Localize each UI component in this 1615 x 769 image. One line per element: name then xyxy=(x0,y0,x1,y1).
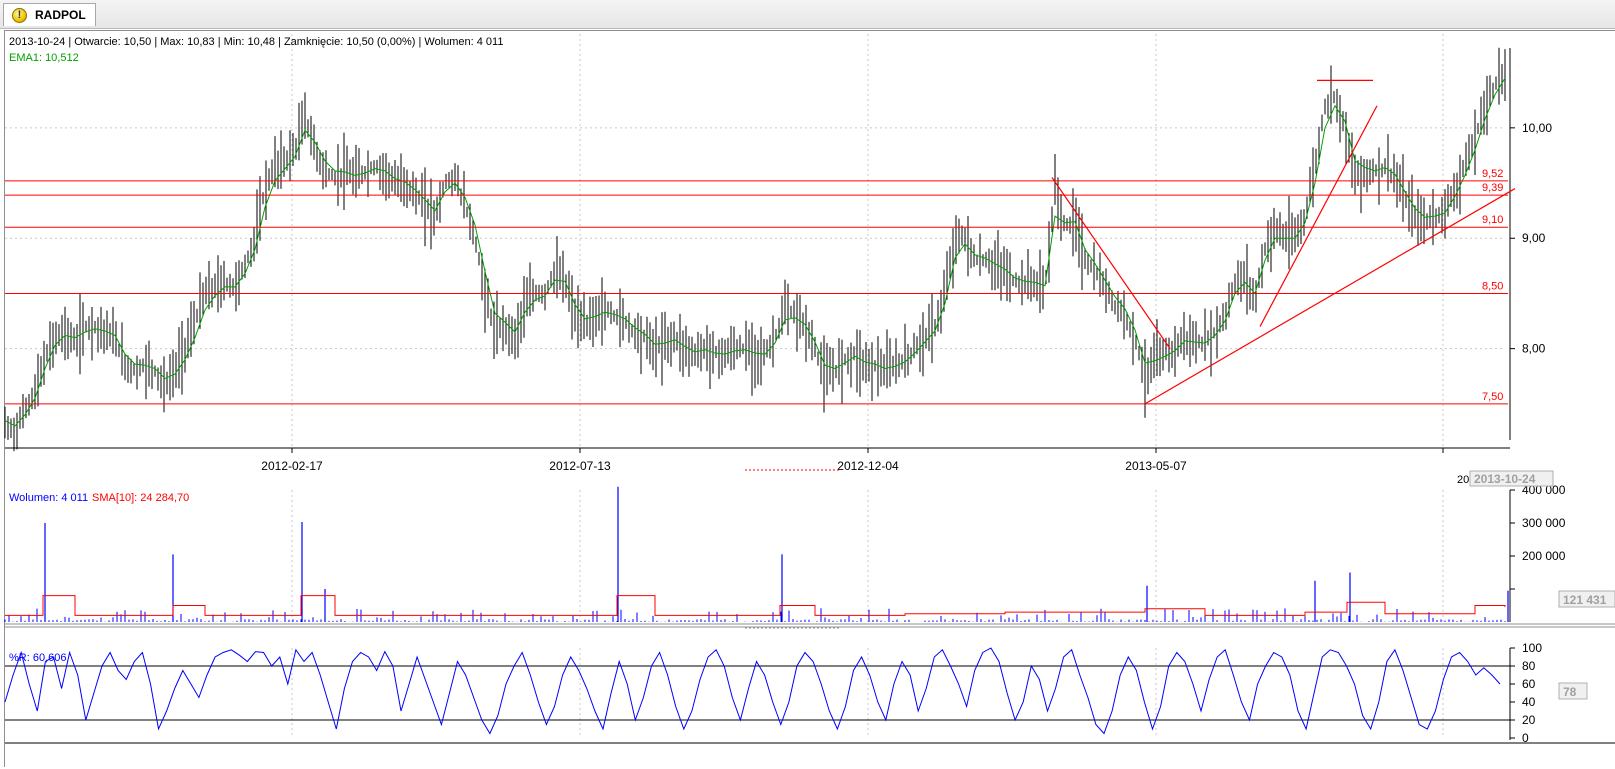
grid: 2012-02-17 2012-07-13 2012-12-04 2013-05-07… xyxy=(5,34,1615,745)
volume-y-tick-label: 200 000 xyxy=(1522,549,1566,563)
ema-label: EMA1: 10,512 xyxy=(9,52,79,64)
x-tick-label: 2012-12-04 xyxy=(837,459,899,473)
y-tick-label: 9,00 xyxy=(1522,231,1546,245)
wr-y-tick-label: 20 xyxy=(1522,713,1536,727)
volume-badge: 121 431 xyxy=(1563,593,1607,607)
wr-y-tick-label: 40 xyxy=(1522,695,1536,709)
wr-y-tick-label: 60 xyxy=(1522,677,1536,691)
wr-label: %R: 60,606 xyxy=(9,652,66,664)
support-level-label: 9,52 xyxy=(1482,168,1503,180)
support-level-label: 9,39 xyxy=(1482,182,1503,194)
wr-y-tick-label: 100 xyxy=(1522,641,1542,655)
volume-panel[interactable] xyxy=(4,486,1509,622)
support-level-label: 7,50 xyxy=(1482,391,1503,403)
x-tick-label: 2013-05-07 xyxy=(1125,459,1187,473)
sma-line xyxy=(5,595,1506,616)
y-tick-label: 8,00 xyxy=(1522,342,1546,356)
chart-svg[interactable]: 2012-02-17 2012-07-13 2012-12-04 2013-05-07… xyxy=(0,0,1615,769)
volume-y-tick-label: 300 000 xyxy=(1522,516,1566,530)
wr-badge: 78 xyxy=(1563,685,1577,699)
price-panel[interactable]: 9,52 9,39 9,10 8,50 7,50 xyxy=(4,47,1516,452)
trendline xyxy=(1051,177,1171,349)
volume-label: Wolumen: 4 011 xyxy=(9,492,88,504)
x-tick-label: 2012-07-13 xyxy=(549,459,611,473)
wr-y-tick-label: 0 xyxy=(1522,731,1529,745)
support-level-label: 9,10 xyxy=(1482,214,1503,226)
wr-line xyxy=(4,647,1501,735)
last-date-badge: 2013-10-24 xyxy=(1474,472,1536,486)
x-tick-label: 2012-02-17 xyxy=(261,459,323,473)
trendline xyxy=(1144,188,1516,405)
y-tick-label: 10,00 xyxy=(1522,121,1552,135)
x-tick-cut: 20 xyxy=(1457,474,1469,486)
wr-y-tick-label: 80 xyxy=(1522,659,1536,673)
sma-label: SMA[10]: 24 284,70 xyxy=(92,492,189,504)
price-info-line: 2013-10-24 | Otwarcie: 10,50 | Max: 10,8… xyxy=(9,36,503,48)
williams-r-panel[interactable] xyxy=(4,647,1510,735)
support-level-label: 8,50 xyxy=(1482,280,1503,292)
